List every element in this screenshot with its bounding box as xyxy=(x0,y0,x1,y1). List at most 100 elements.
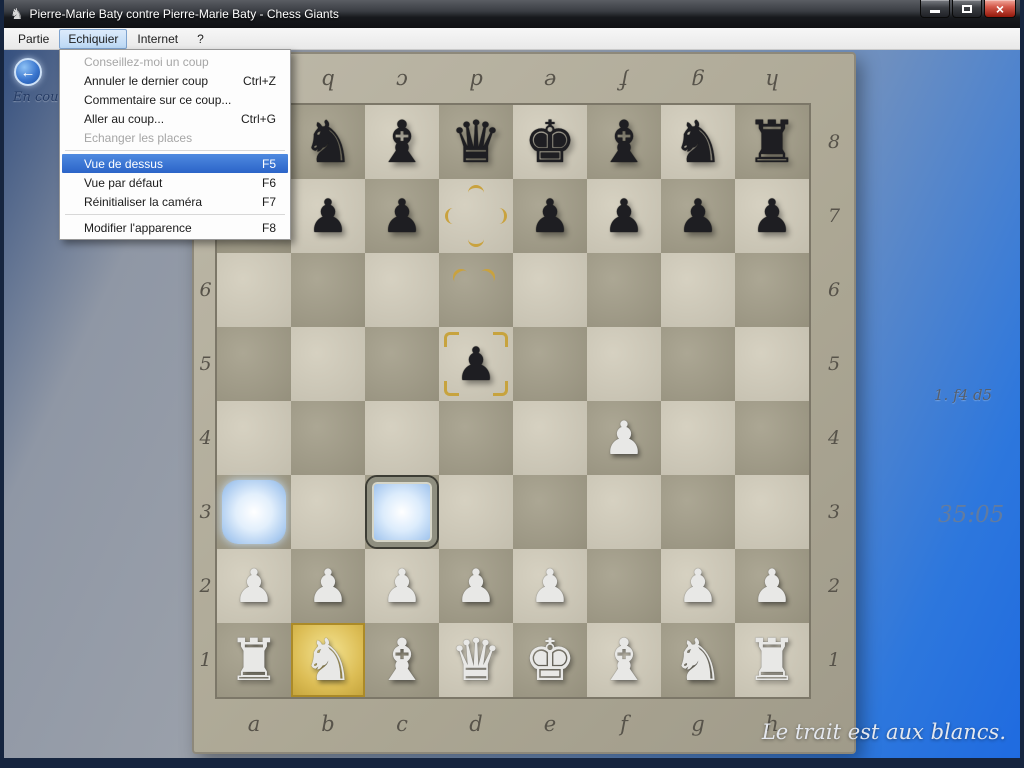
menu-help[interactable]: ? xyxy=(188,29,213,49)
square-c1[interactable]: ♝ xyxy=(365,623,439,697)
black-knight[interactable]: ♞ xyxy=(302,113,354,171)
square-f6[interactable] xyxy=(587,253,661,327)
square-f4[interactable]: ♟ xyxy=(587,401,661,475)
menu-item-reinitialiser-la-camera[interactable]: Réinitialiser la caméraF7 xyxy=(62,192,288,211)
square-d3[interactable] xyxy=(439,475,513,549)
square-f1[interactable]: ♝ xyxy=(587,623,661,697)
black-bishop[interactable]: ♝ xyxy=(598,113,650,171)
white-pawn[interactable]: ♟ xyxy=(307,563,348,609)
menu-item-aller-au-coup[interactable]: Aller au coup...Ctrl+G xyxy=(62,109,288,128)
white-knight[interactable]: ♞ xyxy=(672,631,724,689)
white-pawn[interactable]: ♟ xyxy=(677,563,718,609)
white-pawn[interactable]: ♟ xyxy=(751,563,792,609)
square-b7[interactable]: ♟ xyxy=(291,179,365,253)
black-pawn[interactable]: ♟ xyxy=(455,341,496,387)
close-button[interactable]: × xyxy=(984,0,1016,18)
menu-partie[interactable]: Partie xyxy=(9,29,58,49)
black-pawn[interactable]: ♟ xyxy=(529,193,570,239)
white-pawn[interactable]: ♟ xyxy=(381,563,422,609)
square-e3[interactable] xyxy=(513,475,587,549)
maximize-button[interactable] xyxy=(952,0,982,18)
square-h1[interactable]: ♜ xyxy=(735,623,809,697)
square-c3[interactable] xyxy=(365,475,439,549)
square-c5[interactable] xyxy=(365,327,439,401)
square-c6[interactable] xyxy=(365,253,439,327)
white-bishop[interactable]: ♝ xyxy=(598,631,650,689)
square-g8[interactable]: ♞ xyxy=(661,105,735,179)
white-rook[interactable]: ♜ xyxy=(746,631,798,689)
square-b8[interactable]: ♞ xyxy=(291,105,365,179)
square-d7[interactable] xyxy=(439,179,513,253)
square-a2[interactable]: ♟ xyxy=(217,549,291,623)
square-e7[interactable]: ♟ xyxy=(513,179,587,253)
square-f5[interactable] xyxy=(587,327,661,401)
black-bishop[interactable]: ♝ xyxy=(376,113,428,171)
square-c4[interactable] xyxy=(365,401,439,475)
square-d1[interactable]: ♛ xyxy=(439,623,513,697)
black-pawn[interactable]: ♟ xyxy=(751,193,792,239)
square-b1[interactable]: ♞ xyxy=(291,623,365,697)
square-e1[interactable]: ♚ xyxy=(513,623,587,697)
square-d6[interactable] xyxy=(439,253,513,327)
square-f7[interactable]: ♟ xyxy=(587,179,661,253)
square-d4[interactable] xyxy=(439,401,513,475)
square-a4[interactable] xyxy=(217,401,291,475)
menu-item-vue-par-defaut[interactable]: Vue par défautF6 xyxy=(62,173,288,192)
square-f3[interactable] xyxy=(587,475,661,549)
menu-internet[interactable]: Internet xyxy=(128,29,187,49)
square-g5[interactable] xyxy=(661,327,735,401)
black-pawn[interactable]: ♟ xyxy=(381,193,422,239)
back-button[interactable]: ← xyxy=(14,58,42,86)
square-b5[interactable] xyxy=(291,327,365,401)
square-h3[interactable] xyxy=(735,475,809,549)
square-c8[interactable]: ♝ xyxy=(365,105,439,179)
black-king[interactable]: ♚ xyxy=(524,113,576,171)
square-a3[interactable] xyxy=(217,475,291,549)
square-g7[interactable]: ♟ xyxy=(661,179,735,253)
black-knight[interactable]: ♞ xyxy=(672,113,724,171)
square-a5[interactable] xyxy=(217,327,291,401)
square-g6[interactable] xyxy=(661,253,735,327)
square-g3[interactable] xyxy=(661,475,735,549)
square-e5[interactable] xyxy=(513,327,587,401)
black-pawn[interactable]: ♟ xyxy=(603,193,644,239)
square-g4[interactable] xyxy=(661,401,735,475)
white-knight[interactable]: ♞ xyxy=(302,631,354,689)
white-queen[interactable]: ♛ xyxy=(450,631,502,689)
square-g1[interactable]: ♞ xyxy=(661,623,735,697)
square-e4[interactable] xyxy=(513,401,587,475)
white-pawn[interactable]: ♟ xyxy=(529,563,570,609)
square-d5[interactable]: ♟ xyxy=(439,327,513,401)
menu-item-commentaire-sur-ce-coup[interactable]: Commentaire sur ce coup... xyxy=(62,90,288,109)
square-h8[interactable]: ♜ xyxy=(735,105,809,179)
white-king[interactable]: ♚ xyxy=(524,631,576,689)
black-rook[interactable]: ♜ xyxy=(746,113,798,171)
square-d2[interactable]: ♟ xyxy=(439,549,513,623)
square-e2[interactable]: ♟ xyxy=(513,549,587,623)
square-h7[interactable]: ♟ xyxy=(735,179,809,253)
square-e8[interactable]: ♚ xyxy=(513,105,587,179)
square-g2[interactable]: ♟ xyxy=(661,549,735,623)
white-pawn[interactable]: ♟ xyxy=(455,563,496,609)
square-c7[interactable]: ♟ xyxy=(365,179,439,253)
square-a1[interactable]: ♜ xyxy=(217,623,291,697)
black-queen[interactable]: ♛ xyxy=(450,113,502,171)
square-b2[interactable]: ♟ xyxy=(291,549,365,623)
square-h2[interactable]: ♟ xyxy=(735,549,809,623)
square-h6[interactable] xyxy=(735,253,809,327)
square-h4[interactable] xyxy=(735,401,809,475)
square-f2[interactable] xyxy=(587,549,661,623)
white-pawn[interactable]: ♟ xyxy=(603,415,644,461)
white-pawn[interactable]: ♟ xyxy=(233,563,274,609)
square-a6[interactable] xyxy=(217,253,291,327)
square-b3[interactable] xyxy=(291,475,365,549)
menu-item-vue-de-dessus[interactable]: Vue de dessusF5 xyxy=(62,154,288,173)
white-rook[interactable]: ♜ xyxy=(228,631,280,689)
square-e6[interactable] xyxy=(513,253,587,327)
square-c2[interactable]: ♟ xyxy=(365,549,439,623)
menu-item-modifier-l-apparence[interactable]: Modifier l'apparenceF8 xyxy=(62,218,288,237)
square-b4[interactable] xyxy=(291,401,365,475)
square-h5[interactable] xyxy=(735,327,809,401)
square-b6[interactable] xyxy=(291,253,365,327)
black-pawn[interactable]: ♟ xyxy=(307,193,348,239)
